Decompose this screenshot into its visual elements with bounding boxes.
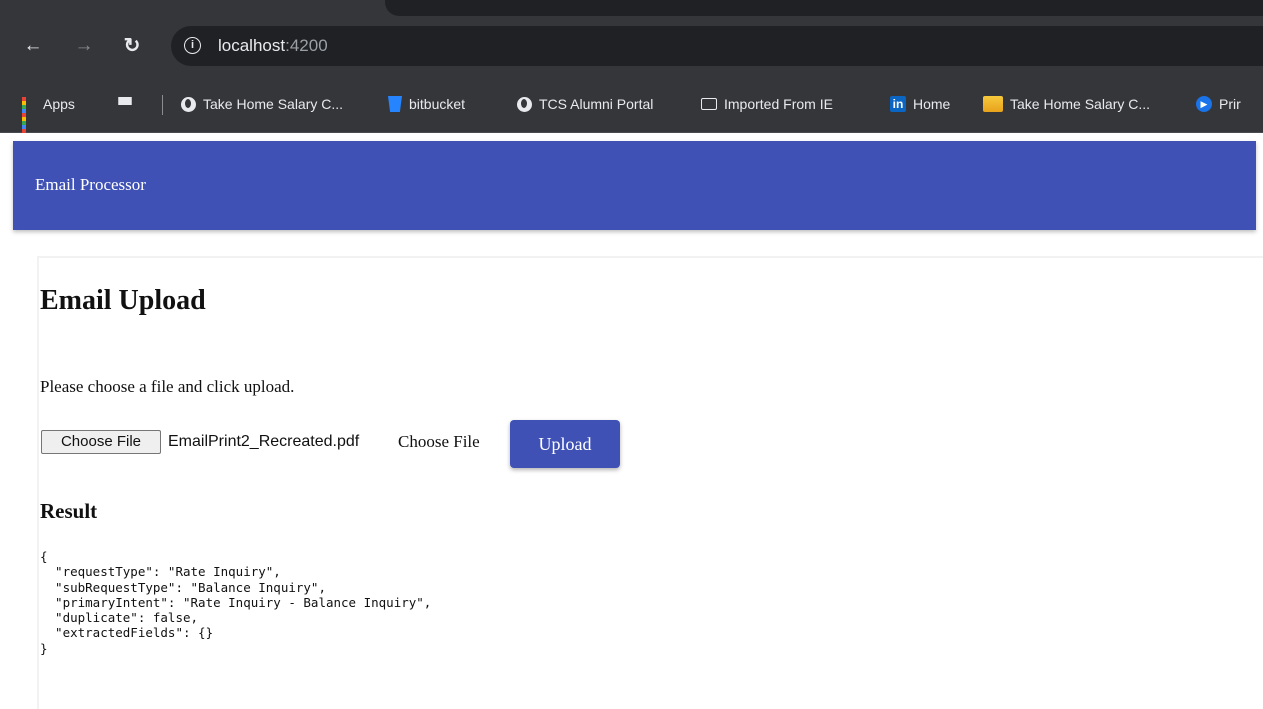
url-text[interactable]: localhost:4200 — [218, 36, 328, 56]
bookmark-label: Take Home Salary C... — [1010, 96, 1151, 112]
selected-file-name: EmailPrint2_Recreated.pdf — [168, 433, 360, 450]
back-arrow-icon[interactable]: ← — [22, 35, 44, 57]
app-title: Email Processor — [35, 175, 146, 194]
instructions-text: Please choose a file and click upload. — [40, 377, 295, 396]
upload-button[interactable]: Upload — [510, 420, 620, 468]
play-icon: ▶ — [1196, 96, 1212, 112]
tab-groups-icon — [118, 97, 132, 111]
choose-file-label: Choose File — [398, 432, 480, 451]
tab-strip — [0, 0, 1263, 16]
bookmark-label: TCS Alumni Portal — [539, 96, 654, 112]
bookmark-tab-groups[interactable] — [118, 93, 139, 115]
bookmark-apps[interactable]: Apps — [22, 93, 75, 133]
apps-grid-icon — [22, 97, 36, 133]
bookmark-label: Home — [913, 96, 951, 112]
tab-strip-background — [385, 0, 1263, 16]
bookmark-take-home-salary-2[interactable]: Take Home Salary C... — [983, 93, 1150, 115]
forward-arrow-icon[interactable]: → — [73, 35, 95, 57]
linkedin-icon: in — [890, 96, 906, 112]
globe-icon — [181, 96, 196, 112]
bookmark-label: Take Home Salary C... — [203, 96, 344, 112]
bookmark-label: Prir — [1219, 96, 1241, 112]
result-heading: Result — [40, 499, 98, 523]
bookmark-take-home-salary-1[interactable]: Take Home Salary C... — [181, 93, 343, 115]
bitbucket-icon — [388, 96, 402, 112]
url-port: :4200 — [285, 36, 328, 55]
bookmark-tcs-alumni-portal[interactable]: TCS Alumni Portal — [517, 93, 653, 115]
bookmarks-bar: Apps Take Home Salary C... bitbucket TCS… — [0, 76, 1263, 133]
url-host: localhost — [218, 36, 286, 55]
bookmark-bitbucket[interactable]: bitbucket — [388, 93, 465, 115]
bookmarks-separator — [162, 95, 163, 115]
address-bar[interactable]: i localhost:4200 — [171, 26, 1263, 66]
bookmark-label: bitbucket — [409, 96, 466, 112]
bookmark-label: Apps — [43, 96, 75, 112]
browser-toolbar: ← → ↻ i localhost:4200 — [0, 16, 1263, 76]
bookmark-imported-from-ie[interactable]: Imported From IE — [701, 93, 833, 115]
reload-icon[interactable]: ↻ — [121, 35, 143, 57]
folder-icon — [701, 98, 717, 110]
page-title: Email Upload — [40, 285, 206, 316]
active-tab[interactable] — [0, 0, 385, 16]
result-json: { "requestType": "Rate Inquiry", "subReq… — [40, 549, 432, 656]
app-header: Email Processor — [13, 141, 1256, 230]
bookmark-linkedin-home[interactable]: in Home — [890, 93, 950, 115]
bookmark-prir[interactable]: ▶ Prir — [1196, 93, 1241, 115]
globe-icon — [517, 96, 532, 112]
bookmark-label: Imported From IE — [724, 96, 833, 112]
choose-file-button[interactable]: Choose File — [41, 430, 161, 454]
document-icon — [983, 96, 1003, 112]
site-info-icon[interactable]: i — [184, 37, 201, 54]
